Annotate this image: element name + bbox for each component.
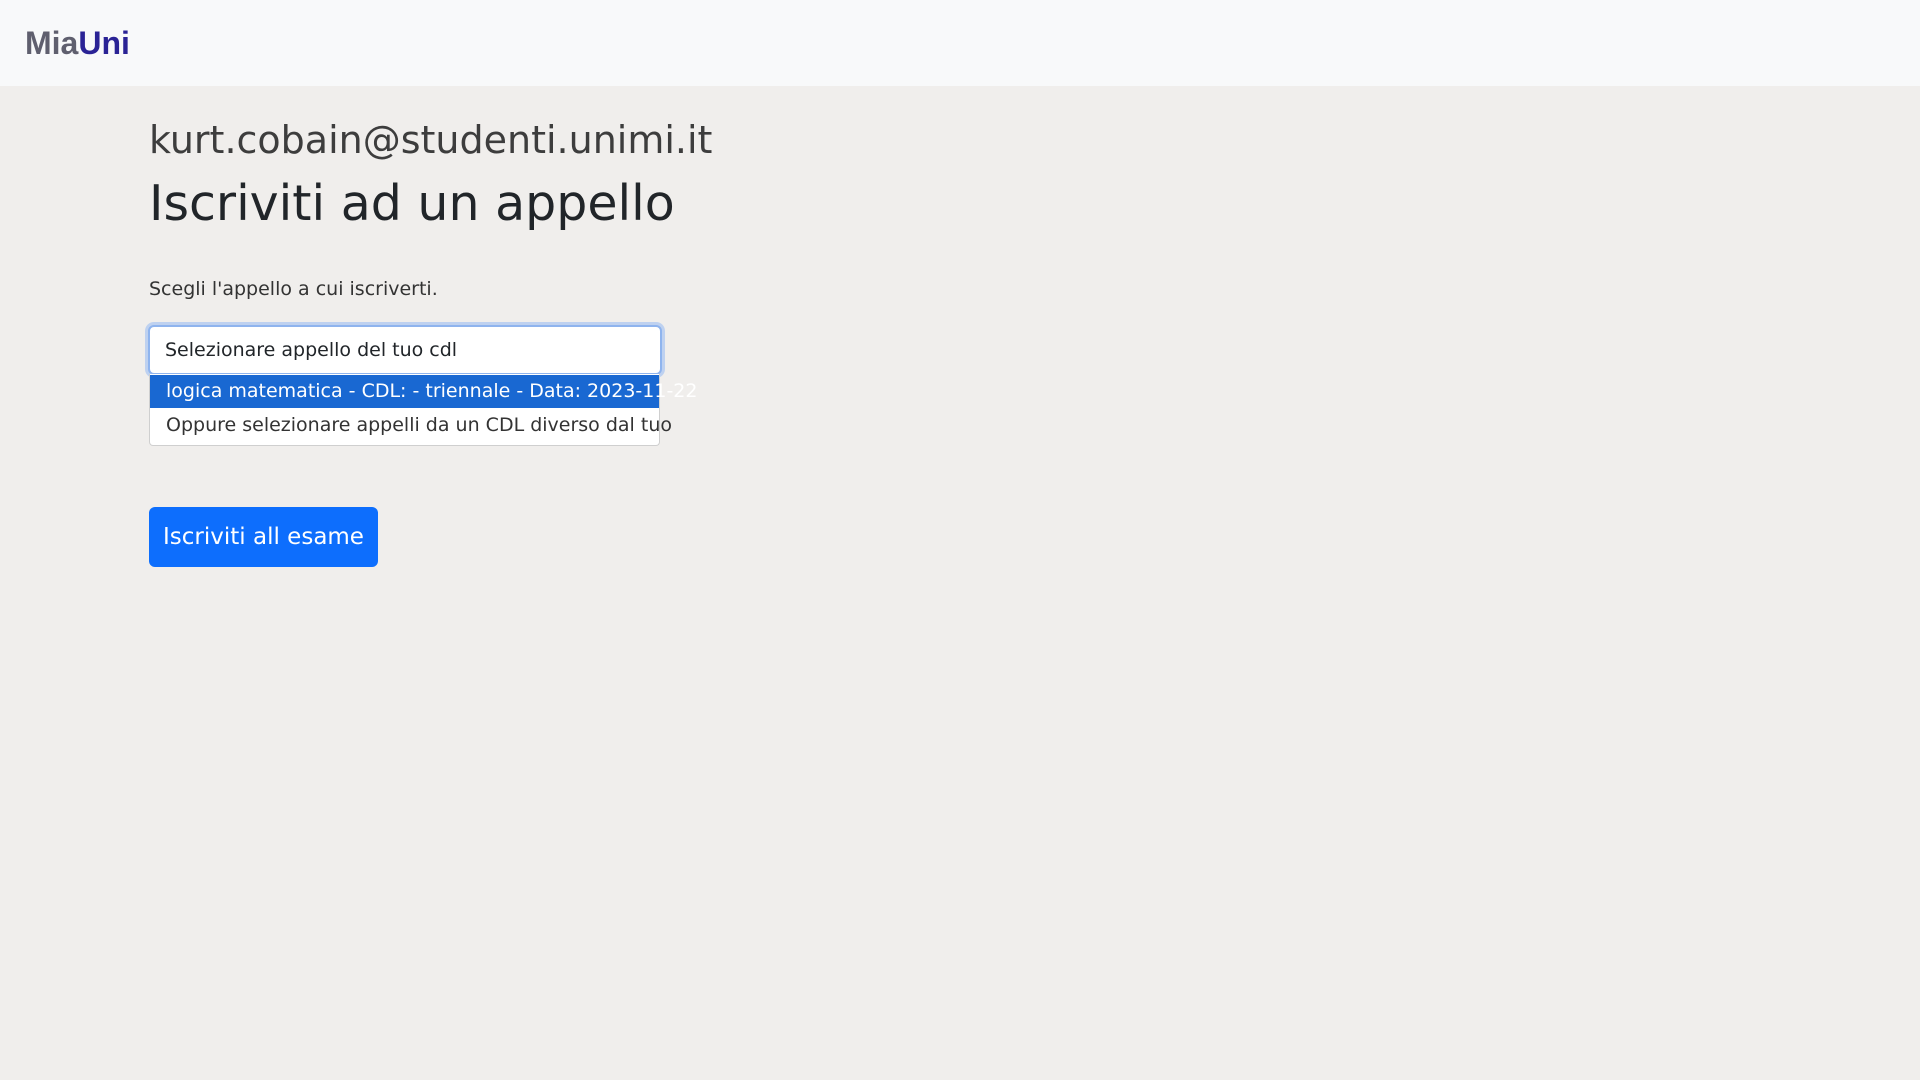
user-email: kurt.cobain@studenti.unimi.it	[149, 118, 713, 162]
instruction-text: Scegli l'appello a cui iscriverti.	[149, 278, 438, 300]
brand-text-uni: Uni	[78, 25, 130, 61]
brand-logo-link[interactable]: MiaUni	[25, 24, 130, 62]
appello-dropdown-list: logica matematica - CDL: - triennale - D…	[149, 374, 697, 446]
iscriviti-button[interactable]: Iscriviti all esame	[149, 507, 378, 567]
page-title: Iscriviti ad un appello	[149, 175, 675, 232]
dropdown-option-logica-matematica[interactable]: logica matematica - CDL: - triennale - D…	[150, 375, 697, 408]
appello-select[interactable]: Selezionare appello del tuo cdl	[148, 325, 662, 375]
brand-text-mia: Mia	[25, 25, 79, 61]
dropdown-option-other-cdl[interactable]: Oppure selezionare appelli da un CDL div…	[150, 409, 672, 442]
navbar: MiaUni	[0, 0, 1920, 86]
